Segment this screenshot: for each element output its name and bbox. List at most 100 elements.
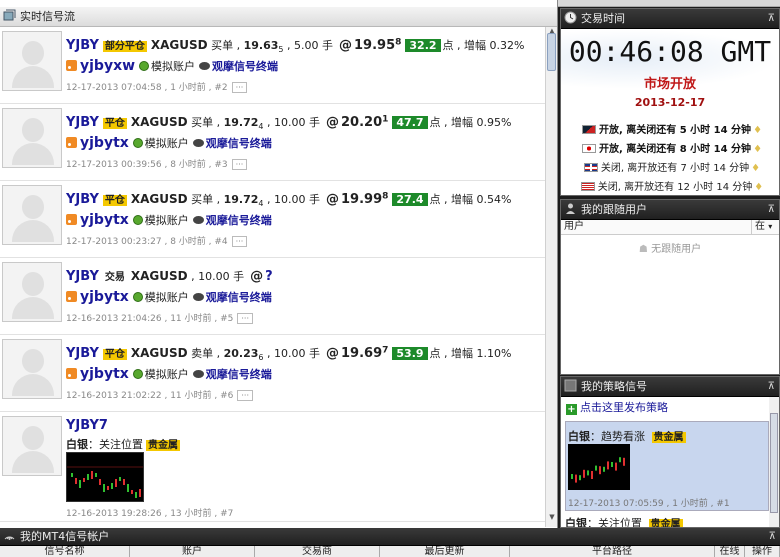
avatar[interactable] <box>2 31 62 91</box>
signal-pair: XAGUSD <box>150 38 208 52</box>
column-header[interactable]: 交易商 <box>255 546 380 557</box>
bulb-icon: ♦ <box>754 182 764 193</box>
signal-time: 12-17-2013 00:39:56 <box>66 160 162 170</box>
mt4-accounts-table-header: 信号名称 账户 交易商 最后更新 平台路径 在线 操作 <box>0 546 780 557</box>
avatar-head <box>22 272 44 296</box>
signal-user[interactable]: yjbytx <box>80 212 129 228</box>
avatar[interactable] <box>2 262 62 322</box>
signal-header: YJBY 平仓 XAGUSD 买单 , 19.724 , 10.00 手 @19.99… <box>66 191 512 209</box>
signal-account-line: yjbytx 模拟账户 观摩信号终端 <box>66 135 272 151</box>
signal-number: #4 <box>214 237 228 247</box>
more-options-button[interactable]: ··· <box>231 159 248 170</box>
signal-ago: 1 小时前 <box>170 83 206 93</box>
strategy-item[interactable]: 白银：趋势看涨 贵金属 12-17-2013 07:05:59 , 1 小时前 … <box>565 421 769 511</box>
open-price: 20.23 <box>223 347 259 360</box>
trading-time-panel: 交易时间 ⊼ 00:46:08 GMT 市场开放 2013-12-17 开放, … <box>560 8 780 196</box>
scroll-down-icon[interactable]: ▼ <box>547 513 557 522</box>
rss-icon[interactable] <box>66 368 77 379</box>
pin-icon[interactable]: ⊼ <box>768 9 775 28</box>
avatar[interactable] <box>2 416 62 476</box>
signal-user[interactable]: yjbyxw <box>80 58 135 74</box>
empty-following-message: ☗ 无跟随用户 <box>638 244 702 255</box>
column-header[interactable]: 操作 <box>745 546 780 557</box>
market-hours: 12 小时 <box>677 182 714 193</box>
user-icon <box>566 203 575 214</box>
more-options-button[interactable]: ··· <box>237 313 254 324</box>
column-header[interactable]: 最后更新 <box>380 546 510 557</box>
signal-symbol[interactable]: YJBY7 <box>66 418 108 433</box>
list-item[interactable]: YJBY 平仓 XAGUSD 买单 , 19.724 , 10.00 手 @20.20… <box>0 104 545 181</box>
column-header[interactable]: 账户 <box>130 546 255 557</box>
signal-user[interactable]: yjbytx <box>80 366 129 382</box>
feed-scrollbar[interactable]: ▲ ▼ <box>545 27 557 527</box>
pin-icon[interactable]: ⊼ <box>769 528 776 545</box>
view-terminal-link[interactable]: 观摩信号终端 <box>206 214 272 227</box>
gmt-clock: 00:46:08 GMT <box>568 35 772 68</box>
pin-icon[interactable]: ⊼ <box>768 377 775 396</box>
signal-side: 买单 <box>191 193 214 206</box>
signal-user[interactable]: yjbytx <box>80 135 129 151</box>
list-item[interactable]: YJBY 平仓 XAGUSD 卖单 , 20.236 , 10.00 手 @19.69… <box>0 335 545 412</box>
signal-icon <box>4 536 15 540</box>
signal-symbol[interactable]: YJBY <box>66 38 99 53</box>
strategy-scrollbar[interactable] <box>769 397 779 527</box>
list-item[interactable]: YJBY 交易 XAGUSD , 10.00 手 @? yjbytx 模拟账户 观摩信号终端… <box>0 258 545 335</box>
more-options-button[interactable]: ··· <box>237 390 254 401</box>
open-price: 19.72 <box>223 116 259 129</box>
flag-jp-icon <box>581 144 596 153</box>
list-item[interactable]: YJBY 平仓 XAGUSD 买单 , 19.724 , 10.00 手 @19.99… <box>0 181 545 258</box>
trading-time-title: 交易时间 <box>581 12 625 25</box>
avatar[interactable] <box>2 108 62 168</box>
rss-icon[interactable] <box>66 291 77 302</box>
avatar-body <box>12 297 54 319</box>
view-terminal-link[interactable]: 观摩信号终端 <box>206 291 272 304</box>
strategy-item[interactable]: 白银：关注位置 贵金属 <box>565 515 769 527</box>
close-price-fraction: 8 <box>395 37 402 48</box>
view-terminal-link[interactable]: 观摩信号终端 <box>206 368 272 381</box>
rss-icon[interactable] <box>66 137 77 148</box>
column-user[interactable]: 用户 <box>564 220 584 234</box>
signal-number: #7 <box>220 509 234 519</box>
demo-account-icon <box>132 292 143 302</box>
view-terminal-link[interactable]: 观摩信号终端 <box>206 137 272 150</box>
gain-label: 增幅 <box>451 193 474 206</box>
signal-lots: 5.00 手 <box>294 39 334 52</box>
list-item[interactable]: YJBY 部分平仓 XAGUSD 买单 , 19.635 , 5.00 手 @19.9… <box>0 27 545 104</box>
strategy-scroll-thumb[interactable] <box>770 413 778 513</box>
signal-symbol[interactable]: YJBY <box>66 115 99 130</box>
publish-strategy-link[interactable]: + 点击这里发布策略 <box>566 399 668 415</box>
column-header[interactable]: 在线 <box>715 546 745 557</box>
signal-symbol[interactable]: YJBY <box>66 192 99 207</box>
gain-value: 1.10% <box>476 347 512 360</box>
signal-user[interactable]: yjbytx <box>80 289 129 305</box>
column-header[interactable]: 信号名称 <box>0 546 130 557</box>
avatar[interactable] <box>2 185 62 245</box>
signal-chart-thumbnail[interactable] <box>66 452 144 502</box>
strategy-item-chart[interactable] <box>568 444 630 490</box>
market-hours: 5 小时 <box>679 125 711 136</box>
signal-tag: 平仓 <box>102 118 127 129</box>
view-terminal-link[interactable]: 观摩信号终端 <box>212 60 278 73</box>
signal-ago: 8 小时前 <box>170 160 206 170</box>
demo-account-icon <box>139 61 150 71</box>
column-online[interactable]: 在 ▾ <box>751 220 779 234</box>
points-unit: 点 <box>442 39 454 52</box>
open-price: 19.72 <box>223 193 259 206</box>
avatar[interactable] <box>2 339 62 399</box>
list-item[interactable]: YJBY7 白银：关注位置 贵金属 12-16-2013 19:28:26 , 13 … <box>0 412 545 522</box>
pin-icon[interactable]: ⊼ <box>768 200 775 219</box>
signal-symbol[interactable]: YJBY <box>66 269 99 284</box>
signal-ago: 11 小时前 <box>170 314 212 324</box>
signal-header: YJBY 部分平仓 XAGUSD 买单 , 19.635 , 5.00 手 @19.9… <box>66 37 525 55</box>
more-options-button[interactable]: ··· <box>231 236 248 247</box>
rss-icon[interactable] <box>66 60 77 71</box>
feed-scroll-thumb[interactable] <box>547 33 556 71</box>
signal-symbol[interactable]: YJBY <box>66 346 99 361</box>
gain-label: 增幅 <box>451 116 474 129</box>
more-options-button[interactable]: ··· <box>231 82 248 93</box>
rss-icon[interactable] <box>66 214 77 225</box>
market-minutes: 14 分钟 <box>713 144 752 155</box>
strategy-item-text: 趋势看涨 <box>601 430 645 443</box>
column-header[interactable]: 平台路径 <box>510 546 715 557</box>
info-icon: ☗ <box>638 244 648 255</box>
